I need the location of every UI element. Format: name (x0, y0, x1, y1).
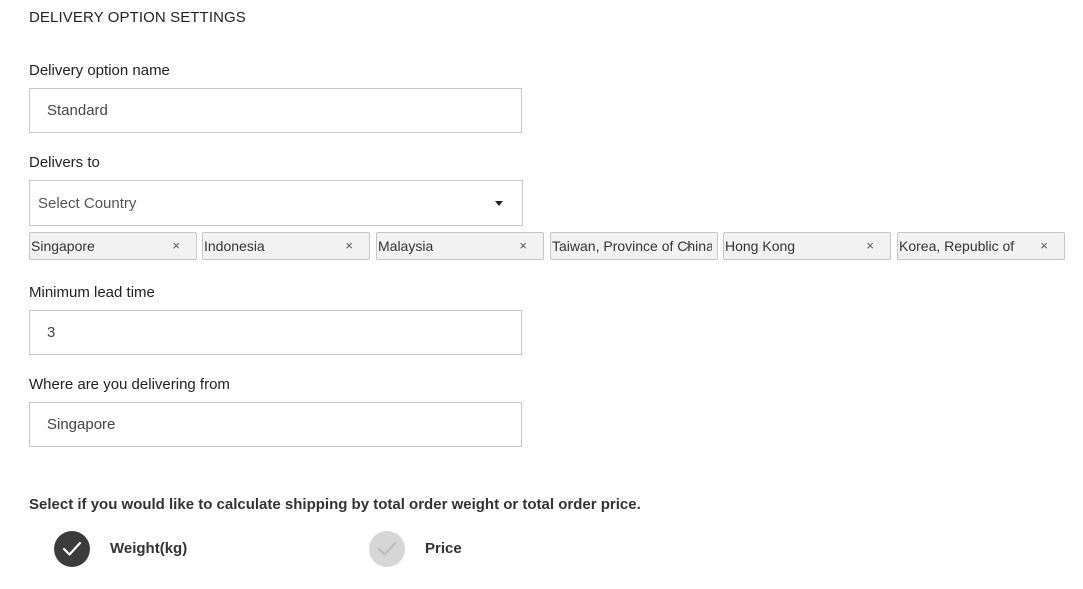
country-tag-indonesia: Indonesia × (202, 232, 370, 260)
chevron-down-icon (495, 201, 503, 206)
country-tag-label: Singapore (31, 238, 95, 254)
country-tag-label: Hong Kong (725, 238, 796, 254)
country-tag-label: Indonesia (204, 238, 265, 254)
delivering-from-label: Where are you delivering from (29, 376, 230, 393)
country-tag-hong-kong: Hong Kong × (723, 232, 891, 260)
delivery-option-settings-page: DELIVERY OPTION SETTINGS Delivery option… (0, 0, 1083, 589)
delivery-option-name-input[interactable] (29, 88, 522, 133)
check-icon (377, 541, 397, 556)
close-icon[interactable]: × (519, 238, 527, 253)
radio-unselected[interactable] (369, 531, 405, 567)
section-title: DELIVERY OPTION SETTINGS (29, 9, 246, 26)
shipping-calc-instruction: Select if you would like to calculate sh… (29, 496, 641, 513)
delivers-to-label: Delivers to (29, 154, 100, 171)
close-icon[interactable]: × (172, 238, 180, 253)
check-icon (62, 541, 82, 556)
country-select-placeholder: Select Country (38, 195, 137, 212)
delivery-option-name-label: Delivery option name (29, 62, 170, 79)
close-icon[interactable]: × (685, 238, 693, 253)
price-option-label: Price (425, 540, 462, 557)
country-select[interactable]: Select Country (29, 180, 523, 226)
country-tag-malaysia: Malaysia × (376, 232, 544, 260)
country-tag-label: Malaysia (378, 238, 434, 254)
radio-selected[interactable] (54, 531, 90, 567)
country-tag-singapore: Singapore × (29, 232, 197, 260)
close-icon[interactable]: × (345, 238, 353, 253)
country-tag-taiwan: Taiwan, Province of China × (550, 232, 718, 260)
country-tag-label: Korea, Republic of (899, 238, 1015, 254)
close-icon[interactable]: × (866, 238, 874, 253)
minimum-lead-time-label: Minimum lead time (29, 284, 155, 301)
delivering-from-input[interactable] (29, 402, 522, 447)
country-tag-korea: Korea, Republic of × (897, 232, 1065, 260)
close-icon[interactable]: × (1040, 238, 1048, 253)
weight-option-label: Weight(kg) (110, 540, 188, 557)
minimum-lead-time-input[interactable] (29, 310, 522, 355)
